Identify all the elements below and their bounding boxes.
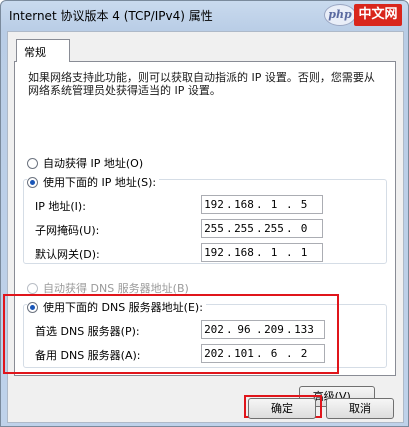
title-bar[interactable]: Internet 协议版本 4 (TCP/IPv4) 属性 php 中文网 [1,1,408,29]
window-title: Internet 协议版本 4 (TCP/IPv4) 属性 [9,9,213,23]
ip-auto-option[interactable]: 自动获得 IP 地址(O) [27,155,143,171]
default-gateway-label: 默认网关(D): [35,248,100,261]
ip-address-input[interactable]: 192. 168. 1. 5 [201,195,323,214]
ip-octet: 1 [300,246,308,259]
ip-auto-label: 自动获得 IP 地址(O) [43,157,144,170]
general-panel: 如果网络支持此功能，则可以获取自动指派的 IP 设置。否则，您需要从网络系统管理… [3,61,396,407]
dns-highlight-box [3,294,339,374]
watermark-text: 中文网 [354,4,402,26]
ok-button[interactable]: 确定 [248,398,316,419]
cancel-button[interactable]: 取消 [326,398,394,419]
tab-general[interactable]: 常规 [16,39,70,62]
dns-auto-radio[interactable] [27,282,38,294]
ip-octet: 1 [270,246,278,259]
ip-octet: 1 [270,198,278,211]
ip-octet: 192 [204,246,224,259]
ip-auto-radio[interactable] [27,157,38,169]
dialog-window: Internet 协议版本 4 (TCP/IPv4) 属性 php 中文网 常规… [0,0,409,427]
ip-octet: 255 [264,222,284,235]
ip-address-label: IP 地址(I): [35,200,86,213]
tab-general-label: 常规 [24,46,46,59]
ip-manual-option[interactable]: 使用下面的 IP 地址(S): [27,174,160,190]
watermark: php 中文网 [324,2,402,28]
ip-octet: 5 [300,198,308,211]
ip-octet: 255 [234,222,254,235]
ip-octet: 168 [234,198,254,211]
ip-octet: 0 [300,222,308,235]
ip-octet: 192 [204,198,224,211]
description-text: 如果网络支持此功能，则可以获取自动指派的 IP 设置。否则，您需要从网络系统管理… [28,71,375,97]
subnet-mask-label: 子网掩码(U): [35,224,100,237]
dialog-client: 常规 如果网络支持此功能，则可以获取自动指派的 IP 设置。否则，您需要从网络系… [3,31,404,423]
default-gateway-input[interactable]: 192. 168. 1. 1 [201,243,323,262]
ip-manual-label: 使用下面的 IP 地址(S): [43,176,157,189]
ip-octet: 168 [234,246,254,259]
ip-octet: 255 [204,222,224,235]
ip-manual-radio[interactable] [27,176,38,188]
subnet-mask-input[interactable]: 255. 255. 255. 0 [201,219,323,238]
watermark-logo: php [324,4,356,26]
